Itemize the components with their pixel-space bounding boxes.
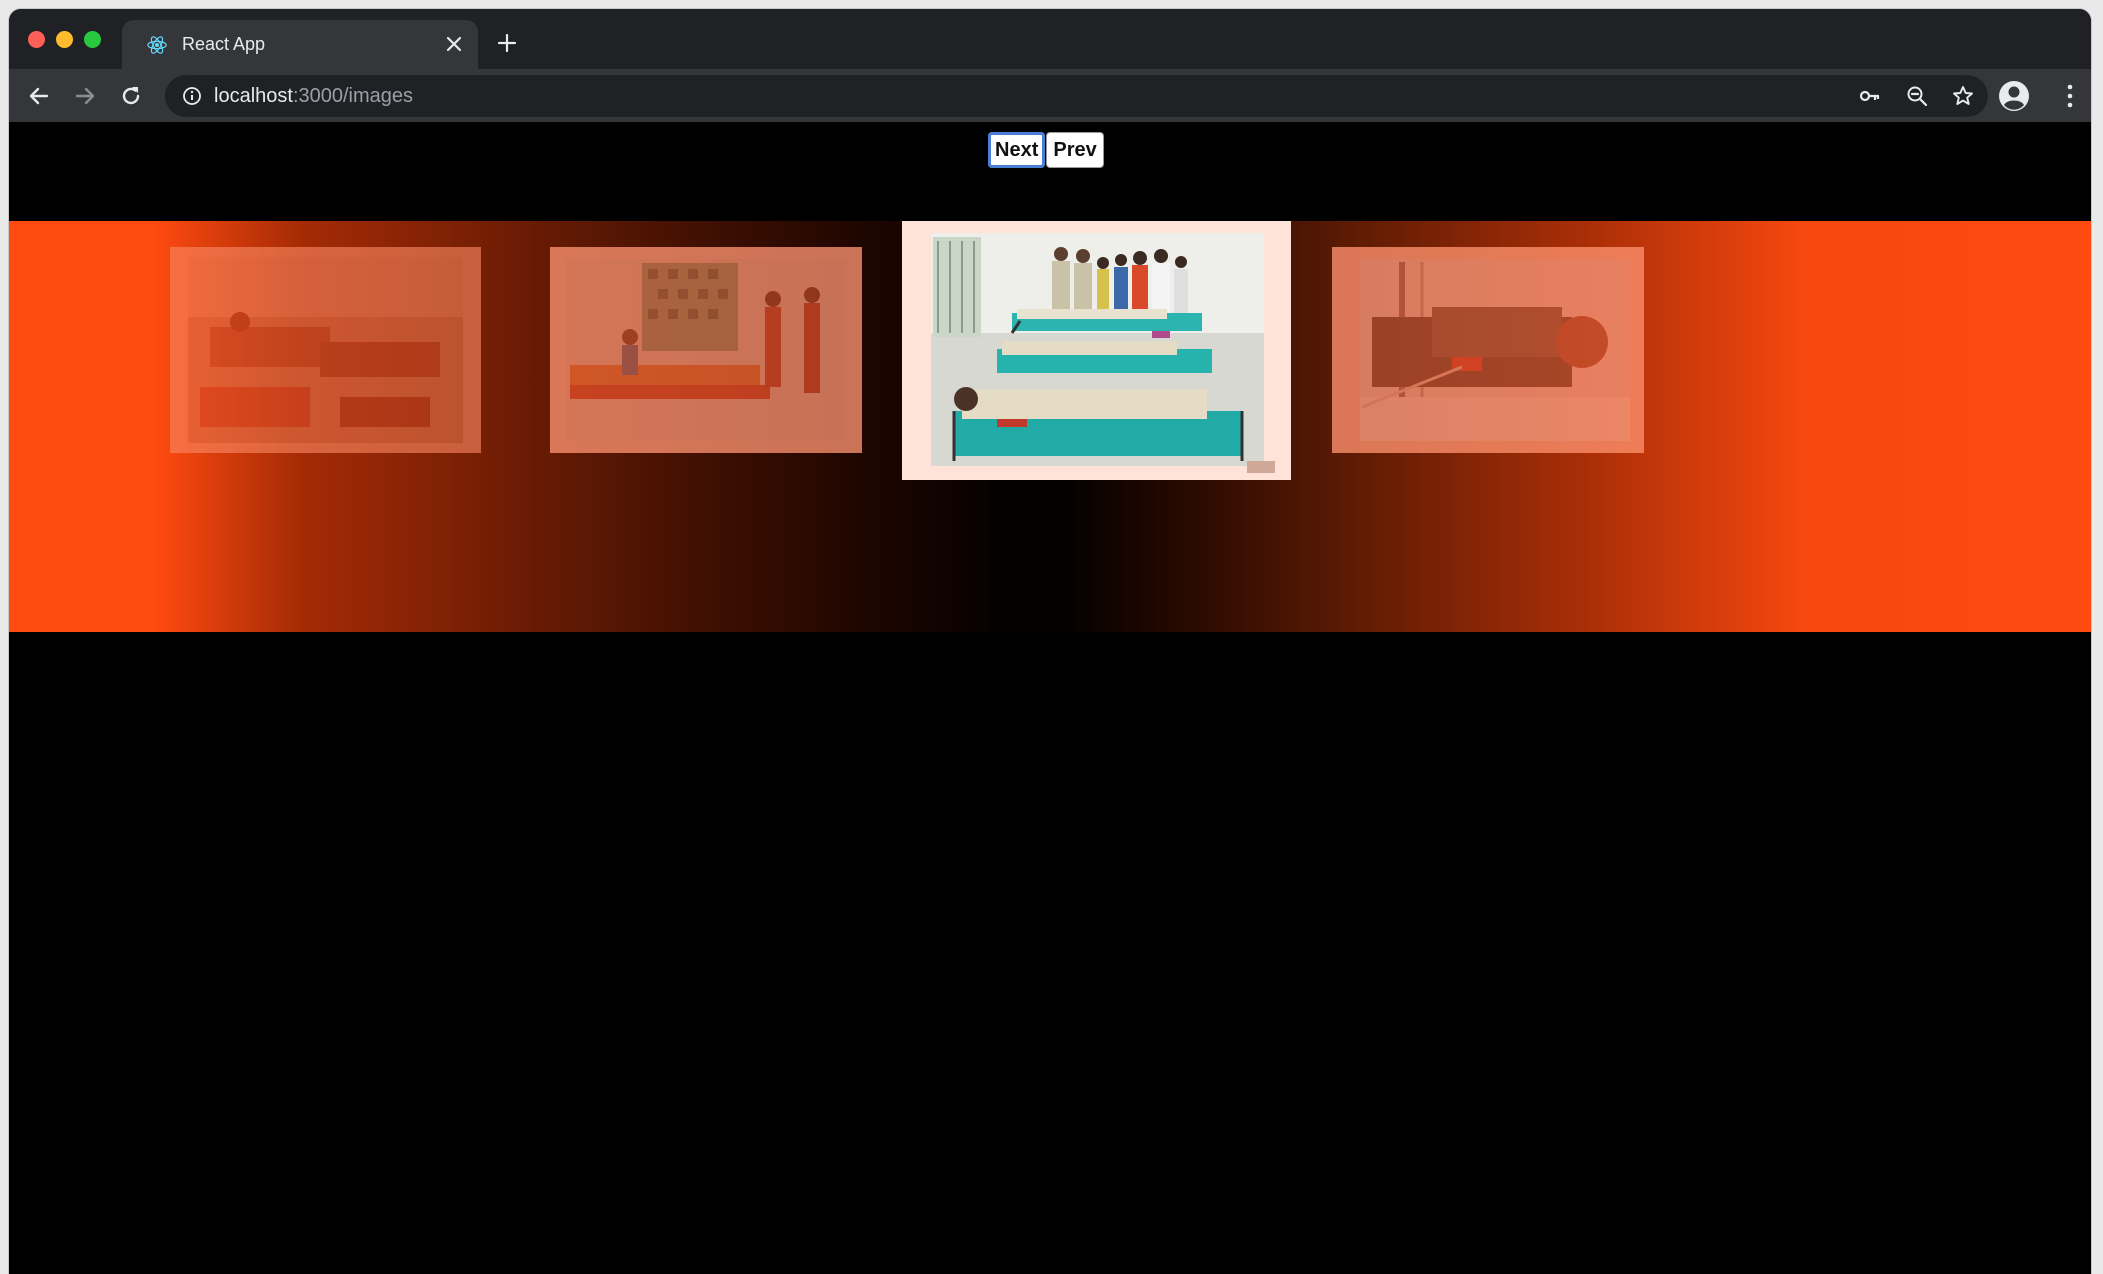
next-button[interactable]: Next	[988, 132, 1046, 168]
arrow-left-icon[interactable]	[26, 83, 52, 109]
maximize-window-button[interactable]	[84, 31, 101, 48]
tab-react-app[interactable]: React App	[122, 20, 478, 69]
image-tint	[550, 247, 862, 453]
zoom-out-icon[interactable]	[1906, 85, 1928, 107]
minimize-window-button[interactable]	[56, 31, 73, 48]
police-blood-donation-photo	[902, 221, 1291, 480]
arrow-right-icon[interactable]	[72, 83, 98, 109]
browser-window: React App localhost:3000/images Next Pre…	[9, 9, 2091, 1274]
carousel-image-3-active[interactable]	[902, 221, 1291, 480]
plus-icon[interactable]	[496, 32, 518, 54]
carousel-band	[9, 221, 2091, 632]
url-text[interactable]: localhost:3000/images	[214, 85, 413, 108]
star-icon[interactable]	[1952, 85, 1974, 107]
close-window-button[interactable]	[28, 31, 45, 48]
tab-title: React App	[182, 34, 266, 54]
image-tint	[170, 247, 481, 453]
address-bar[interactable]: localhost:3000/images	[165, 75, 1988, 117]
reload-icon[interactable]	[118, 83, 144, 109]
carousel-image-1[interactable]	[170, 247, 481, 453]
tab-strip: React App	[9, 9, 2091, 69]
page-content: Next Prev	[9, 122, 2091, 1274]
url-path: :3000/images	[292, 85, 414, 107]
image-tint	[1332, 247, 1644, 453]
carousel-controls: Next Prev	[988, 132, 1104, 168]
close-icon[interactable]	[444, 34, 464, 54]
carousel-image-2[interactable]	[550, 247, 862, 453]
more-vertical-icon[interactable]	[2066, 83, 2074, 109]
browser-toolbar: localhost:3000/images	[9, 69, 2091, 122]
carousel-image-4[interactable]	[1332, 247, 1644, 453]
prev-button[interactable]: Prev	[1046, 132, 1104, 168]
url-host: localhost	[214, 85, 293, 107]
key-icon[interactable]	[1859, 85, 1881, 107]
profile-avatar-icon[interactable]	[1998, 80, 2030, 112]
info-icon[interactable]	[182, 86, 202, 106]
react-logo-icon	[147, 36, 167, 54]
